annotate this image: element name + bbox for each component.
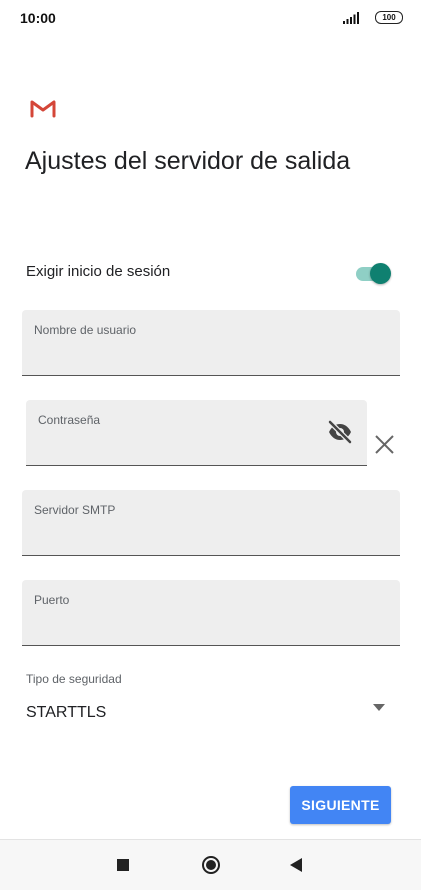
status-time: 10:00	[20, 10, 56, 26]
port-label: Puerto	[34, 593, 70, 607]
username-field[interactable]: Nombre de usuario	[22, 310, 400, 376]
page-title: Ajustes del servidor de salida	[25, 147, 351, 175]
smtp-server-label: Servidor SMTP	[34, 503, 116, 517]
password-field[interactable]: Contraseña	[26, 400, 367, 466]
username-label: Nombre de usuario	[34, 323, 137, 337]
next-button[interactable]: SIGUIENTE	[290, 786, 391, 824]
recents-icon[interactable]	[117, 859, 129, 871]
signal-icon	[343, 12, 359, 24]
security-type-label: Tipo de seguridad	[26, 672, 122, 686]
dropdown-arrow-icon	[373, 704, 385, 711]
security-type-select[interactable]: STARTTLS	[22, 696, 392, 730]
smtp-server-field[interactable]: Servidor SMTP	[22, 490, 400, 556]
login-required-label: Exigir inicio de sesión	[26, 263, 171, 280]
back-icon[interactable]	[289, 857, 303, 873]
home-icon[interactable]	[201, 855, 221, 875]
login-required-toggle[interactable]	[356, 263, 392, 284]
navigation-bar	[0, 839, 421, 890]
screen: 10:00 100 Ajustes del servidor de salida…	[0, 0, 421, 890]
battery-icon: 100	[375, 11, 403, 24]
close-icon[interactable]	[374, 434, 395, 455]
security-type-value: STARTTLS	[26, 704, 107, 721]
port-field[interactable]: Puerto	[22, 580, 400, 646]
toggle-thumb	[370, 263, 391, 284]
password-label: Contraseña	[38, 413, 101, 427]
visibility-off-icon[interactable]	[327, 419, 353, 445]
gmail-icon	[30, 100, 56, 118]
